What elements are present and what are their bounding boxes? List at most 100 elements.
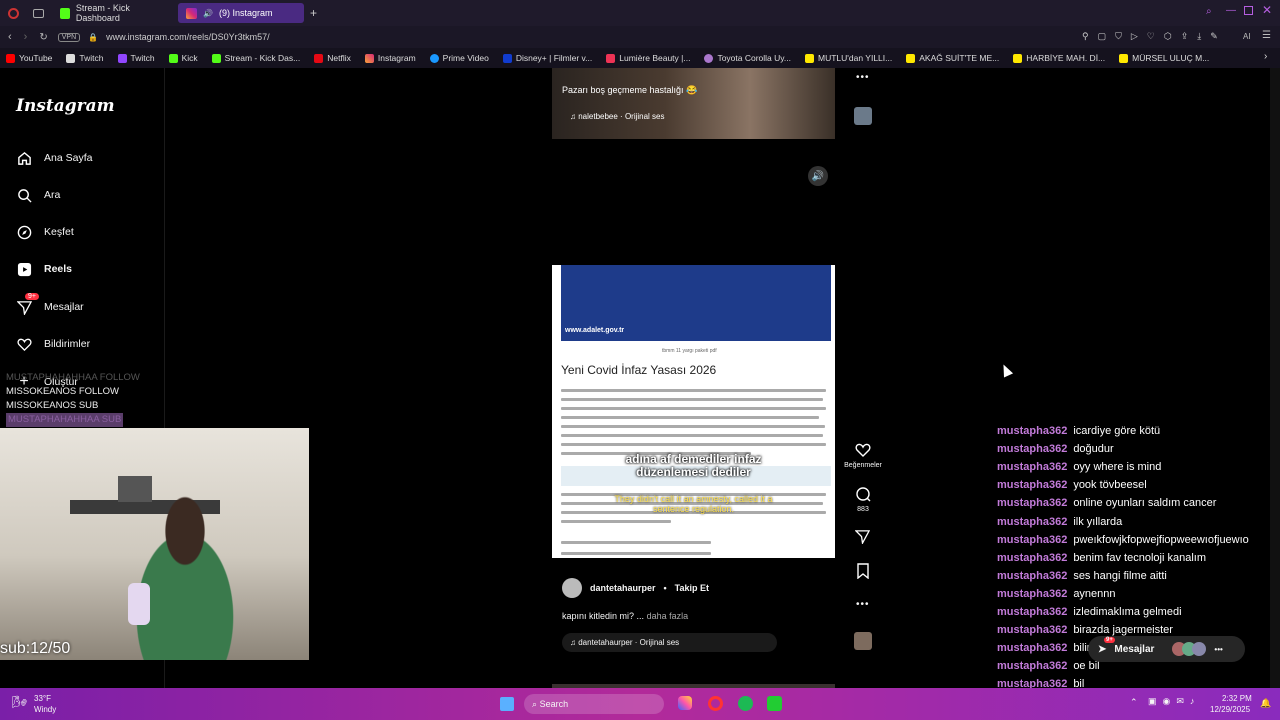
chat-username[interactable]: mustapha362 [997,642,1067,654]
chat-text: oyy where is mind [1073,461,1162,474]
page-scrollbar[interactable] [1270,68,1280,688]
author-name[interactable]: dantetahaurper [590,583,656,593]
close-window-button[interactable]: ✕ [1262,3,1272,17]
notification-icon[interactable]: 🔔 [1260,698,1271,709]
sidebar-item-label: Ara [44,189,61,201]
bookmark-lumiere[interactable]: Lumière Beauty |... [606,53,690,63]
more-link[interactable]: daha fazla [647,611,689,621]
new-tab-button[interactable]: + [310,6,317,20]
like-action[interactable]: Beğenmeler [842,442,884,469]
sidebar-item-search[interactable]: Ara [16,187,60,203]
chat-text: birazda jagermeister [1073,624,1173,637]
sub-counter: sub:12/50 [0,640,71,657]
sidebar-item-explore[interactable]: Keşfet [16,224,74,240]
audio-avatar[interactable] [854,107,872,125]
opera-taskbar-icon[interactable] [708,696,723,711]
chat-username[interactable]: mustapha362 [997,588,1067,600]
toolbar-extensions-icon[interactable]: ⚲▢⛉▷♡⬡⇪⤓✎ [1082,31,1227,42]
chat-message: mustapha362 birazda jagermeister [997,624,1173,636]
start-button[interactable] [500,697,514,711]
audio-avatar[interactable] [854,632,872,650]
bookmark-harbiye[interactable]: HARBİYE MAH. Dİ... [1013,53,1105,63]
messages-popup[interactable]: ➤ 9+ Mesajlar ••• [1088,636,1245,662]
clock-date[interactable]: 12/29/2025 [1210,705,1250,714]
doc-text-line [561,425,825,428]
chat-username[interactable]: mustapha362 [997,570,1067,582]
workspaces-icon[interactable] [33,8,44,18]
comment-action[interactable]: 883 [842,486,884,513]
reel-description[interactable]: kapını kitledin mi? ... daha fazla [562,611,688,621]
sidebar-item-reels[interactable]: Reels [16,261,72,277]
tab-kick-dashboard[interactable]: Stream - Kick Dashboard [52,3,174,23]
youtube-icon [6,53,15,63]
tray-chevron-icon[interactable]: ⌃ [1130,697,1138,708]
chat-username[interactable]: mustapha362 [997,552,1067,564]
opera-logo-icon[interactable] [8,7,19,19]
more-icon[interactable]: ••• [1214,645,1222,654]
ai-button[interactable]: AI [1243,32,1251,41]
chat-username[interactable]: mustapha362 [997,479,1067,491]
chat-username[interactable]: mustapha362 [997,461,1067,473]
maximize-button[interactable] [1244,6,1253,15]
chat-username[interactable]: mustapha362 [997,425,1067,437]
follow-button[interactable]: Takip Et [675,583,709,593]
reel-author[interactable]: dantetahaurper • Takip Et [562,578,709,598]
chat-username[interactable]: mustapha362 [997,660,1067,672]
clock-time[interactable]: 2:32 PM [1222,694,1252,703]
spotify-icon[interactable] [738,696,753,711]
url-field[interactable]: www.instagram.com/reels/DS0Yr3tkm57/ [106,32,270,42]
bookmark-kick-dashboard[interactable]: Stream - Kick Das... [211,53,300,63]
bookmark-akag[interactable]: AKAĞ SUİT'TE ME... [906,53,999,63]
bookmark-twitch-1[interactable]: Twitch [66,53,104,63]
taskbar-search[interactable]: ⌕ Search [524,694,664,714]
bookmark-toyota[interactable]: Toyota Corolla Uy... [704,53,791,63]
author-avatar[interactable] [562,578,582,598]
heart-icon[interactable] [855,442,871,460]
sidebar-item-notifications[interactable]: Bildirimler [16,336,90,352]
bookmark-instagram[interactable]: Instagram [364,53,416,63]
browser-tab-bar: Stream - Kick Dashboard 🔊 (9) Instagram … [0,0,1280,26]
menu-icon[interactable]: ☰ [1262,30,1271,41]
forward-icon[interactable]: › [24,31,28,43]
bookmark-prime-video[interactable]: Prime Video [429,53,489,63]
bookmark-icon[interactable] [856,563,870,584]
more-options-icon[interactable]: ••• [856,599,870,610]
bookmark-mursel[interactable]: MÜRSEL ULUÇ M... [1119,53,1209,63]
bookmark-netflix[interactable]: Netflix [314,53,351,63]
bookmark-kick[interactable]: Kick [168,53,198,63]
chat-username[interactable]: mustapha362 [997,624,1067,636]
reel-video-document: www.adalet.gov.tr tbmm 11 yargı paketi p… [552,265,835,558]
bookmark-twitch-2[interactable]: Twitch [117,53,155,63]
bookmark-mutlu[interactable]: MUTLU'dan YILLI... [805,53,892,63]
bookmarks-overflow-icon[interactable]: › [1264,51,1267,62]
search-tabs-icon[interactable]: ⌕ [1206,6,1212,17]
comment-icon[interactable] [855,486,871,504]
minimize-button[interactable]: — [1226,5,1236,16]
tab-instagram[interactable]: 🔊 (9) Instagram [178,3,304,23]
chat-username[interactable]: mustapha362 [997,443,1067,455]
reload-icon[interactable]: ↻ [39,32,47,43]
sidebar-item-messages[interactable]: 9+ Mesajlar [16,293,84,315]
bookmark-youtube[interactable]: YouTube [6,53,52,63]
chat-username[interactable]: mustapha362 [997,606,1067,618]
back-icon[interactable]: ‹ [8,31,12,43]
more-options-icon[interactable]: ••• [856,72,870,83]
copilot-icon[interactable] [678,696,692,710]
vpn-badge[interactable]: VPN [57,32,81,42]
chat-username[interactable]: mustapha362 [997,534,1067,546]
share-icon[interactable] [854,529,871,549]
previous-reel[interactable]: Pazarı boş geçmeme hastalığı 😂 ♫ naletbe… [552,68,835,139]
bookmark-disney[interactable]: Disney+ | Filmler v... [502,53,592,63]
reel-audio[interactable]: ♫ naletbebee · Orijinal ses [570,112,665,121]
weather-temp[interactable]: 33°F [34,694,51,703]
doc-url: www.adalet.gov.tr [565,327,625,334]
tray-icons[interactable]: ▣◉✉♪ [1148,696,1200,707]
speaker-icon[interactable]: 🔊 [203,9,213,18]
instagram-logo[interactable]: Instagram [16,96,115,116]
reel-audio[interactable]: ♫ dantetahaurper · Orijinal ses [562,633,777,652]
mute-button[interactable]: 🔊 [808,166,828,186]
obs-icon[interactable] [767,696,782,711]
chat-username[interactable]: mustapha362 [997,497,1067,509]
sidebar-item-home[interactable]: Ana Sayfa [16,150,92,166]
chat-username[interactable]: mustapha362 [997,516,1067,528]
